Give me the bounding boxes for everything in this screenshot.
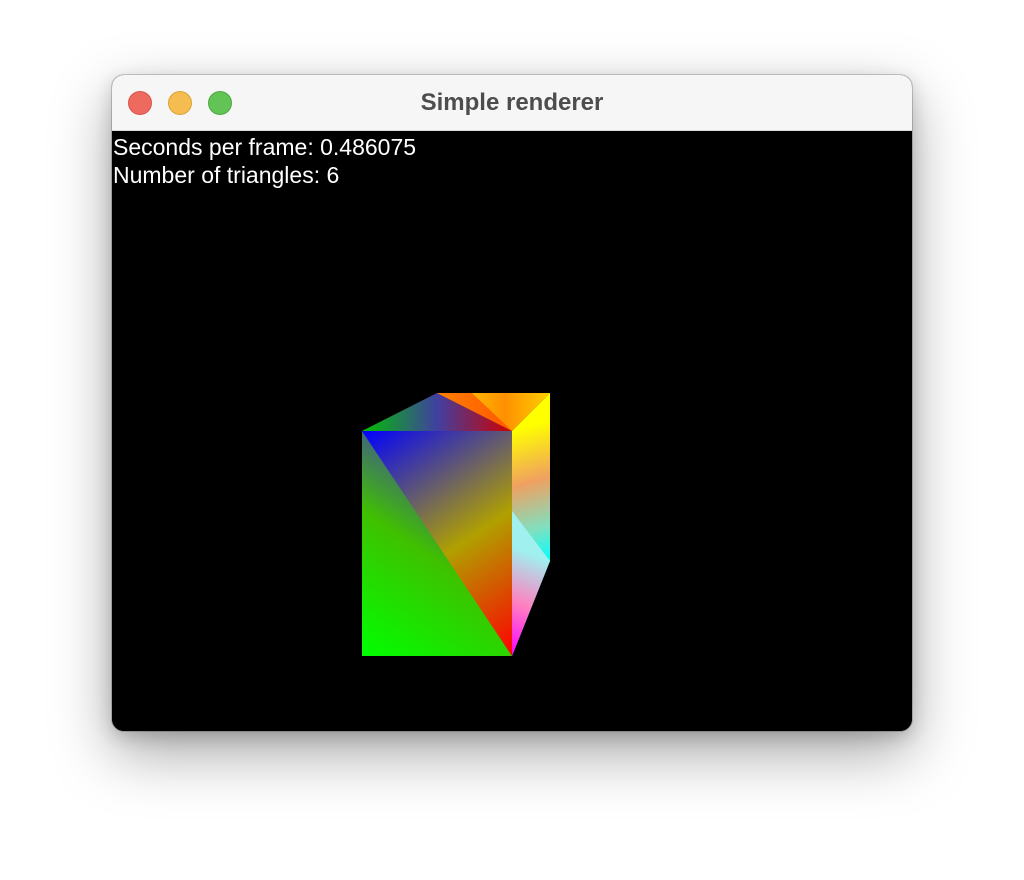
box-side-face (512, 393, 550, 656)
render-viewport[interactable]: Seconds per frame: 0.486075 Number of tr… (112, 131, 912, 731)
window-title: Simple renderer (420, 89, 604, 116)
app-window: Simple renderer Seconds per frame: 0.486… (112, 75, 912, 731)
rendered-box-scene (362, 393, 550, 656)
box-front-face (362, 431, 512, 656)
title-bar[interactable]: Simple renderer (112, 75, 912, 131)
